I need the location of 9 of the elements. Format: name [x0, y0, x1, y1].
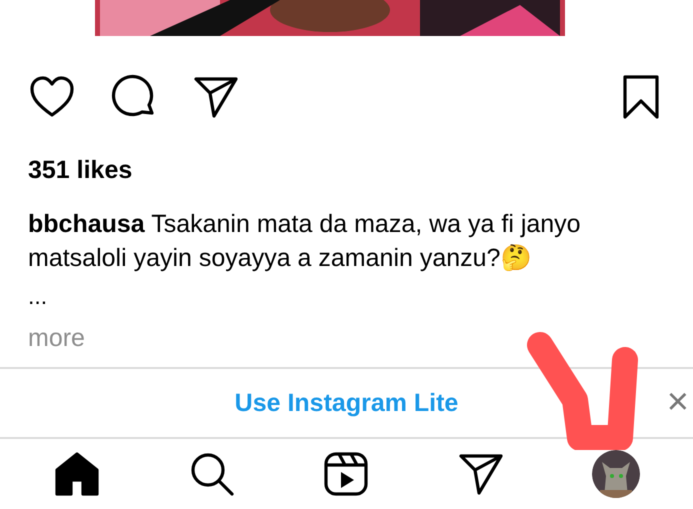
ellipsis-text: ... [28, 283, 48, 310]
likes-count[interactable]: 351 likes [28, 156, 665, 185]
reels-icon [322, 450, 370, 498]
more-link[interactable]: more [28, 324, 85, 353]
profile-avatar [592, 450, 640, 498]
post-caption: bbchausa Tsakanin mata da maza, wa ya fi janyo matsaloli yayin soyayya a zamanin yanzu?🤔 [28, 209, 582, 274]
home-icon [53, 450, 102, 498]
use-lite-link[interactable]: Use Instagram Lite [234, 388, 458, 418]
close-button[interactable]: × [666, 383, 689, 421]
